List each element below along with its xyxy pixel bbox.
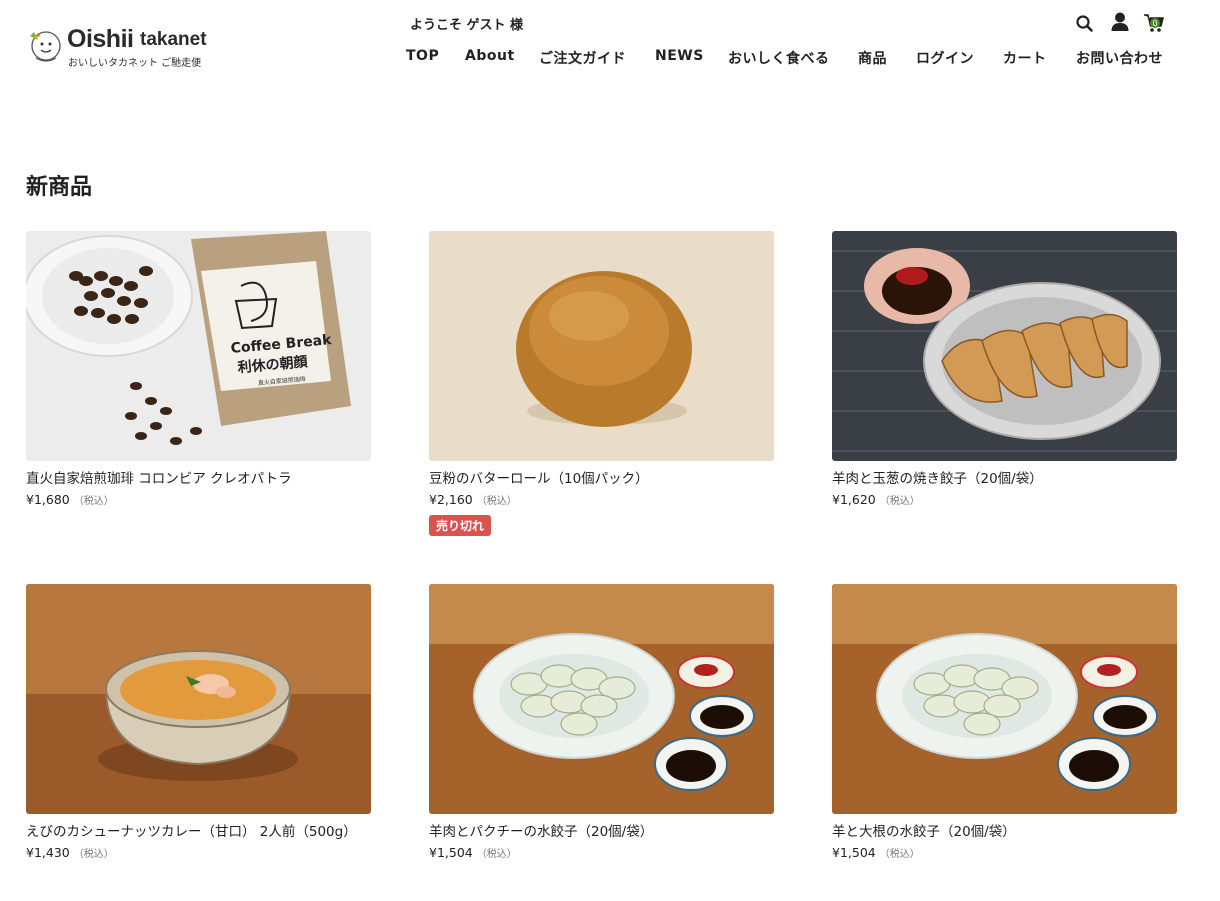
product-card[interactable]: えびのカシューナッツカレー（甘口） 2人前（500g） ¥1,430 （税込） bbox=[26, 584, 371, 860]
product-image[interactable]: Coffee Break 利休の朝顔 直火自家焙煎珈琲 bbox=[26, 231, 371, 461]
tax-label: （税込） bbox=[879, 849, 920, 860]
header-icons: 0 bbox=[1074, 10, 1174, 36]
product-price: ¥1,620 bbox=[832, 492, 876, 507]
tax-label: （税込） bbox=[73, 496, 114, 507]
nav-cart[interactable]: カート bbox=[1003, 48, 1047, 68]
nav-order-guide[interactable]: ご注文ガイド bbox=[539, 48, 626, 68]
cart-count-badge: 0 bbox=[1152, 19, 1157, 28]
product-card[interactable]: 羊肉と玉葱の焼き餃子（20個/袋） ¥1,620 （税込） bbox=[832, 231, 1177, 507]
product-price-row: ¥1,620 （税込） bbox=[832, 492, 1177, 507]
product-image[interactable] bbox=[26, 584, 371, 814]
sold-out-badge: 売り切れ bbox=[429, 515, 492, 536]
welcome-message: ようこそ ゲスト 様 bbox=[410, 18, 524, 33]
logo-wordmark: Oishii bbox=[67, 25, 134, 53]
site-logo[interactable]: Oishii takanet おいしいタカネット ご馳走便 bbox=[26, 24, 216, 69]
section-title: 新商品 bbox=[26, 175, 93, 200]
product-price: ¥1,680 bbox=[26, 492, 70, 507]
product-name[interactable]: えびのカシューナッツカレー（甘口） 2人前（500g） bbox=[26, 822, 371, 842]
product-name[interactable]: 羊と大根の水餃子（20個/袋） bbox=[832, 822, 1177, 842]
tax-label: （税込） bbox=[476, 849, 517, 860]
product-price-row: ¥2,160 （税込） bbox=[429, 492, 774, 507]
product-image[interactable] bbox=[429, 231, 774, 461]
mascot-logo-icon bbox=[30, 31, 61, 62]
product-image[interactable] bbox=[832, 231, 1177, 461]
product-price-row: ¥1,680 （税込） bbox=[26, 492, 371, 507]
product-card[interactable]: Coffee Break 利休の朝顔 直火自家焙煎珈琲 直火自家焙煎珈琲 コロン… bbox=[26, 231, 371, 507]
product-name[interactable]: 豆粉のバターロール（10個パック） bbox=[429, 469, 774, 489]
user-icon[interactable] bbox=[1109, 10, 1131, 34]
nav-top[interactable]: TOP bbox=[406, 48, 439, 64]
nav-about[interactable]: About bbox=[465, 48, 515, 64]
nav-products[interactable]: 商品 bbox=[858, 48, 887, 68]
product-card[interactable]: 羊肉とパクチーの水餃子（20個/袋） ¥1,504 （税込） bbox=[429, 584, 774, 860]
product-price-row: ¥1,430 （税込） bbox=[26, 845, 371, 860]
nav-contact[interactable]: お問い合わせ bbox=[1076, 48, 1163, 68]
product-card[interactable]: 豆粉のバターロール（10個パック） ¥2,160 （税込） 売り切れ bbox=[429, 231, 774, 536]
product-price: ¥1,504 bbox=[429, 845, 473, 860]
product-name[interactable]: 直火自家焙煎珈琲 コロンビア クレオパトラ bbox=[26, 469, 371, 489]
product-price: ¥1,504 bbox=[832, 845, 876, 860]
logo-wordmark-secondary: takanet bbox=[140, 29, 207, 50]
product-name[interactable]: 羊肉と玉葱の焼き餃子（20個/袋） bbox=[832, 469, 1177, 489]
product-price: ¥1,430 bbox=[26, 845, 70, 860]
tax-label: （税込） bbox=[73, 849, 114, 860]
tax-label: （税込） bbox=[476, 496, 517, 507]
search-icon[interactable] bbox=[1074, 10, 1096, 34]
product-price-row: ¥1,504 （税込） bbox=[832, 845, 1177, 860]
product-image[interactable] bbox=[832, 584, 1177, 814]
cart-icon[interactable]: 0 bbox=[1143, 10, 1165, 34]
product-price-row: ¥1,504 （税込） bbox=[429, 845, 774, 860]
product-card[interactable]: 羊と大根の水餃子（20個/袋） ¥1,504 （税込） bbox=[832, 584, 1177, 860]
nav-how-to-eat[interactable]: おいしく食べる bbox=[728, 48, 830, 68]
product-image[interactable] bbox=[429, 584, 774, 814]
nav-news[interactable]: NEWS bbox=[655, 48, 704, 64]
product-price: ¥2,160 bbox=[429, 492, 473, 507]
nav-login[interactable]: ログイン bbox=[916, 48, 974, 68]
tax-label: （税込） bbox=[879, 496, 920, 507]
logo-subtitle: おいしいタカネット ご馳走便 bbox=[68, 58, 202, 69]
product-name[interactable]: 羊肉とパクチーの水餃子（20個/袋） bbox=[429, 822, 774, 842]
